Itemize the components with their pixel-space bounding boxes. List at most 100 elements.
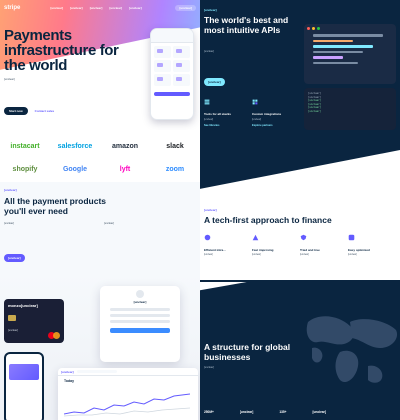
feature-title: Custom integrations [252,112,282,116]
hero-title: Payments infrastructure for the world [4,27,119,74]
brand-logo-shopify: shopify [12,166,38,173]
nav-item-5[interactable]: [unclear] [129,6,142,10]
wallet-card [9,364,39,380]
brand-logo-google: Google [62,166,88,173]
maximize-dot-icon [317,27,320,30]
stripe-logo[interactable]: stripe [4,5,20,11]
card-chip-icon [8,315,16,321]
products-section: [unclear] All the payment products you'l… [0,182,200,272]
integration-icon [252,99,258,105]
stat-value: 250M+ [204,410,214,414]
landing-page-right: [unclear] The world's best and most intu… [200,0,400,420]
pay-button-mockup [110,328,170,333]
placeholder-line [110,308,170,311]
brand-logo-slack: slack [166,143,184,150]
tech-title: A tech-first approach to finance [204,215,332,225]
wallet-phone-mockup [4,352,44,420]
phone-header [151,29,193,43]
explore-partners-link[interactable]: Explore partners [252,124,296,127]
sparkline-line [64,393,190,415]
placeholder-line [110,320,170,323]
stat-value: [unclear] [312,410,326,414]
terminal-line: [unclear] [308,109,321,113]
nav-item-2[interactable]: [unclear] [70,6,83,10]
phone-product-tile [173,74,190,86]
brand-logo-salesforce: salesforce [57,143,93,150]
code-line [313,39,353,42]
brand-logo-amazon: amazon [111,143,139,150]
tech-column-description: [unclear] [348,254,357,256]
products-cta-button[interactable]: [unclear] [4,254,25,262]
global-stats: 250M+ [unclear] 135+ [unclear] [204,410,326,414]
minimize-dot-icon [312,27,315,30]
stat-value: 135+ [279,410,287,414]
customer-logos: instacart salesforce amazon slack shopif… [0,138,200,178]
code-line [313,56,343,59]
code-line [313,50,363,53]
tech-column-description: [unclear] [204,254,213,256]
nav-item-3[interactable]: [unclear] [90,6,103,10]
feature-description: [unclear] [252,118,262,121]
hero-section: stripe [unclear] [unclear] [unclear] [un… [0,0,200,130]
feature-custom-integrations: Custom integrations [unclear] Explore pa… [252,94,296,127]
global-description: [unclear] [204,366,214,369]
dashboard-search-input[interactable] [76,370,117,373]
tech-section: [unclear] A tech-first approach to finan… [200,200,400,280]
global-title: A structure for global businesses [204,342,291,362]
tech-column-title: Tried and true [300,248,320,252]
developers-eyebrow: [unclear] [204,8,217,12]
terminal-mockup: [unclear] [unclear] [unclear] [unclear] … [304,88,396,130]
window-controls [307,27,393,30]
dashboard-sparkline-chart [64,393,190,417]
card-brand-name: monzo[unclear] [8,303,38,308]
page: stripe [unclear] [unclear] [unclear] [un… [0,0,400,420]
shield-icon [300,234,307,241]
tech-column-description: [unclear] [300,254,309,256]
hero-phone-mockup [150,28,194,120]
products-title: All the payment products you'll ever nee… [4,196,107,216]
code-line [313,34,383,37]
products-eyebrow: [unclear] [4,188,17,192]
optimize-icon [348,234,355,241]
sign-in-button[interactable]: [unclear] [175,5,196,11]
dashboard-header: [unclear] [58,368,198,376]
product-showcase: monzo[unclear] [unclear] [unclear] [uncl… [0,272,200,420]
developers-cta-button[interactable]: [unclear] [204,78,225,86]
tech-column-title: Fast improving [252,248,274,252]
nav-item-1[interactable]: [unclear] [50,6,63,10]
tech-column-1: Efficient intra... [unclear] [204,230,248,257]
hero-subtitle: [unclear] [4,77,15,81]
efficiency-icon [204,234,211,241]
start-now-button[interactable]: Start now [4,107,28,115]
feature-description: [unclear] [204,118,214,121]
brand-logo-lyft: lyft [119,166,131,173]
tech-eyebrow: [unclear] [204,208,217,212]
phone-product-tile [173,46,190,58]
feature-title: Tools for all stacks [204,112,231,116]
contact-sales-link[interactable]: Contact sales [35,109,55,113]
hero-cta-row: Start now Contact sales [4,107,54,115]
stack-icon [204,99,210,105]
global-section: A structure for global businesses [uncle… [200,282,400,420]
feature-tools-for-all-stacks: Tools for all stacks [unclear] See libra… [204,94,248,127]
landing-page-left: stripe [unclear] [unclear] [unclear] [un… [0,0,200,420]
tech-column-description: [unclear] [252,254,261,256]
developers-title: The world's best and most intuitive APIs [204,15,289,35]
close-dot-icon [307,27,310,30]
dashboard-logo: [unclear] [61,369,74,374]
payment-card-mockup: monzo[unclear] [unclear] [4,299,64,343]
brand-logo-instacart: instacart [10,143,40,150]
products-description-left: [unclear] [4,222,14,225]
nav-item-4[interactable]: [unclear] [109,6,122,10]
phone-checkout-bar [154,92,190,96]
tech-column-title: Efficient intra... [204,248,226,252]
brand-logo-zoom: zoom [165,166,185,173]
see-libraries-link[interactable]: See libraries [204,124,248,127]
merchant-avatar [136,290,144,298]
nav-items: [unclear] [unclear] [unclear] [unclear] … [50,6,141,10]
tech-column-2: Fast improving [unclear] [252,230,296,257]
code-line [313,61,358,64]
placeholder-line [110,314,170,317]
mastercard-icon [48,332,60,339]
tech-column-4: Easy optimized [unclear] [348,230,392,257]
